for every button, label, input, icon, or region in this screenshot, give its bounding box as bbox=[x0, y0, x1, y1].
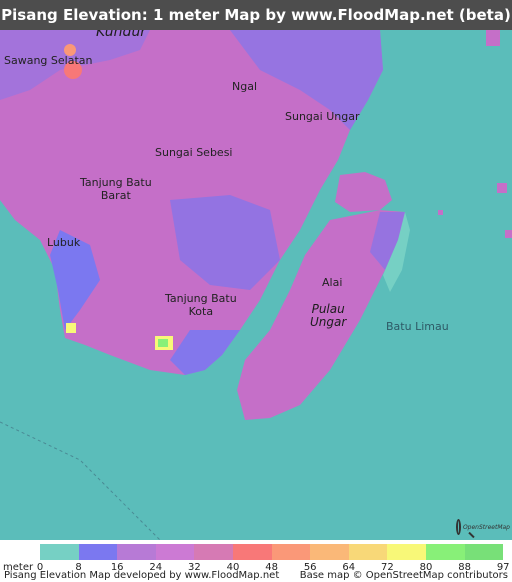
high-spot-lubuk bbox=[66, 323, 76, 333]
legend-swatch bbox=[271, 544, 311, 560]
legend-swatch bbox=[425, 544, 465, 560]
legend-swatch bbox=[78, 544, 118, 560]
legend-swatch bbox=[464, 544, 504, 560]
legend-swatch bbox=[194, 544, 233, 560]
map-canvas bbox=[0, 30, 512, 540]
place-label-batu-limau: Batu Limau bbox=[386, 320, 449, 333]
legend-swatch bbox=[117, 544, 156, 560]
islet-ne-corner bbox=[486, 30, 500, 46]
legend-swatch bbox=[348, 544, 388, 560]
legend-swatch bbox=[40, 544, 79, 560]
high-spot-tanjung-batu-kota-peak bbox=[158, 339, 168, 347]
map-title: Pisang Elevation: 1 meter Map by www.Flo… bbox=[1, 6, 511, 24]
place-label-tanjung-batu-barat-line2: Barat bbox=[100, 189, 131, 202]
legend-swatch bbox=[387, 544, 426, 560]
legend-swatch bbox=[155, 544, 195, 560]
islet-east bbox=[497, 183, 507, 193]
legend-swatch bbox=[310, 544, 349, 560]
place-label-kundur: Kundur bbox=[96, 30, 147, 40]
footer-credit-right: Base map © OpenStreetMap contributors bbox=[299, 570, 508, 581]
place-label-tanjung-batu-kota: Tanjung Batu Kota bbox=[165, 292, 237, 318]
place-label-pulau-ungar-line2: Ungar bbox=[310, 315, 347, 329]
footer-credit-left: Pisang Elevation Map developed by www.Fl… bbox=[4, 570, 280, 581]
place-label-sawang-selatan: Sawang Selatan bbox=[4, 54, 93, 67]
place-label-sungai-ungar: Sungai Ungar bbox=[285, 110, 360, 123]
osm-badge-label: OpenStreetMap bbox=[462, 523, 510, 531]
legend-swatch bbox=[232, 544, 272, 560]
place-label-lubuk: Lubuk bbox=[47, 236, 81, 249]
elevation-map[interactable]: Kundur Sawang Selatan Ngal Sungai Ungar … bbox=[0, 30, 512, 540]
place-label-tanjung-batu-barat-line1: Tanjung Batu bbox=[80, 176, 152, 189]
islet-east-3 bbox=[438, 210, 443, 215]
map-title-bar: Pisang Elevation: 1 meter Map by www.Flo… bbox=[0, 0, 512, 30]
place-label-ngal: Ngal bbox=[232, 80, 258, 93]
magnifier-icon bbox=[456, 519, 461, 535]
place-label-sungai-sebesi: Sungai Sebesi bbox=[155, 146, 233, 159]
place-label-tanjung-batu-kota-line1: Tanjung Batu bbox=[165, 292, 237, 305]
place-label-pulau-ungar: Pulau Ungar bbox=[310, 303, 346, 329]
islet-east-2 bbox=[505, 230, 512, 238]
openstreetmap-badge[interactable]: OpenStreetMap bbox=[456, 516, 510, 538]
place-label-tanjung-batu-barat: Tanjung Batu Barat bbox=[80, 176, 152, 202]
legend-color-scale bbox=[40, 544, 504, 560]
place-label-tanjung-batu-kota-line2: Kota bbox=[188, 305, 214, 318]
place-label-alai: Alai bbox=[322, 276, 343, 289]
